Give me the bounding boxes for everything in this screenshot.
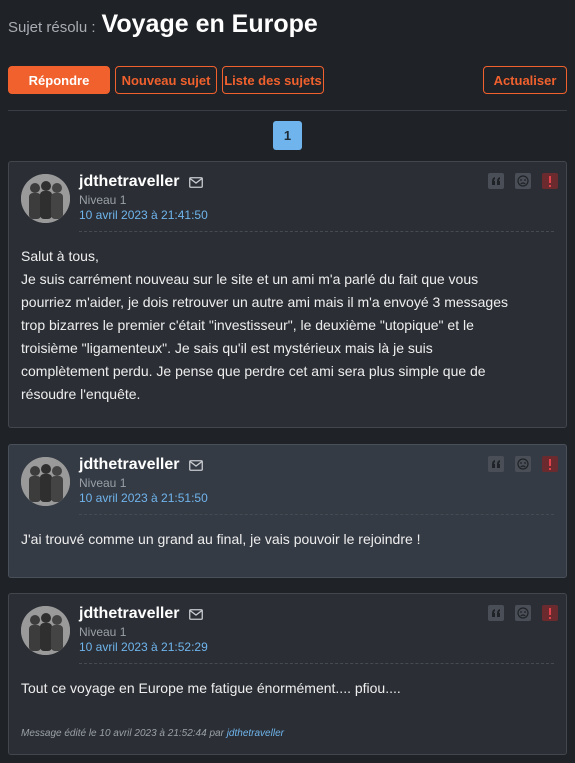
post-line: Je suis carrément nouveau sur le site et… <box>21 271 479 287</box>
post-line: Tout ce voyage en Europe me fatigue énor… <box>21 680 401 696</box>
author-name[interactable]: jdthetraveller <box>79 173 179 191</box>
sad-face-icon[interactable] <box>515 605 531 621</box>
envelope-icon[interactable] <box>189 176 204 188</box>
topic-status-prefix: Sujet résolu : <box>8 19 96 36</box>
author-row: jdthetraveller <box>79 173 204 191</box>
post-actions <box>488 605 558 621</box>
author-name[interactable]: jdthetraveller <box>79 456 179 474</box>
exclamation-icon[interactable] <box>542 605 558 621</box>
envelope-icon[interactable] <box>189 459 204 471</box>
post-body: J'ai trouvé comme un grand au final, je … <box>21 528 554 551</box>
sad-face-icon[interactable] <box>515 456 531 472</box>
forum-post: jdthetraveller Niveau 1 10 avril 2023 à … <box>8 161 567 428</box>
post-actions <box>488 173 558 189</box>
envelope-icon[interactable] <box>189 608 204 620</box>
sad-face-icon[interactable] <box>515 173 531 189</box>
post-line: trop bizarres le premier c'était "invest… <box>21 317 474 333</box>
post-actions <box>488 456 558 472</box>
pagination-current-page[interactable]: 1 <box>273 121 302 150</box>
post-body: Tout ce voyage en Europe me fatigue énor… <box>21 677 554 700</box>
forum-post: jdthetraveller Niveau 1 10 avril 2023 à … <box>8 444 567 578</box>
edit-note: Message édité le 10 avril 2023 à 21:52:4… <box>21 728 284 739</box>
post-line: pourriez m'aider, je dois retrouver un a… <box>21 294 509 310</box>
post-separator <box>79 231 554 232</box>
author-row: jdthetraveller <box>79 605 204 623</box>
post-line: Salut à tous, <box>21 248 99 264</box>
avatar[interactable] <box>21 606 70 655</box>
topic-title: Voyage en Europe <box>101 10 318 38</box>
post-line: résoudre l'enquête. <box>21 386 141 402</box>
post-separator <box>79 514 554 515</box>
author-level: Niveau 1 <box>79 476 127 490</box>
avatar[interactable] <box>21 174 70 223</box>
topic-toolbar: Répondre Nouveau sujet Liste des sujets … <box>8 66 567 94</box>
post-separator <box>79 663 554 664</box>
post-date[interactable]: 10 avril 2023 à 21:41:50 <box>79 208 208 222</box>
author-row: jdthetraveller <box>79 456 204 474</box>
post-line: troisième "ligamenteux". Je sais qu'il e… <box>21 340 433 356</box>
author-level: Niveau 1 <box>79 625 127 639</box>
post-date[interactable]: 10 avril 2023 à 21:51:50 <box>79 491 208 505</box>
post-line: complètement perdu. Je pense que perdre … <box>21 363 486 379</box>
quote-icon[interactable] <box>488 456 504 472</box>
exclamation-icon[interactable] <box>542 456 558 472</box>
author-level: Niveau 1 <box>79 193 127 207</box>
quote-icon[interactable] <box>488 605 504 621</box>
topic-header: Sujet résolu : Voyage en Europe <box>8 10 567 44</box>
topic-list-button[interactable]: Liste des sujets <box>222 66 324 94</box>
post-date[interactable]: 10 avril 2023 à 21:52:29 <box>79 640 208 654</box>
avatar[interactable] <box>21 457 70 506</box>
exclamation-icon[interactable] <box>542 173 558 189</box>
reply-button[interactable]: Répondre <box>8 66 110 94</box>
edit-note-text: Message édité le 10 avril 2023 à 21:52:4… <box>21 728 224 739</box>
quote-icon[interactable] <box>488 173 504 189</box>
post-body: Salut à tous, Je suis carrément nouveau … <box>21 245 554 406</box>
forum-post: jdthetraveller Niveau 1 10 avril 2023 à … <box>8 593 567 755</box>
edit-author-link[interactable]: jdthetraveller <box>227 728 284 739</box>
divider <box>8 110 567 111</box>
post-line: J'ai trouvé comme un grand au final, je … <box>21 531 421 547</box>
author-name[interactable]: jdthetraveller <box>79 605 179 623</box>
refresh-button[interactable]: Actualiser <box>483 66 567 94</box>
new-topic-button[interactable]: Nouveau sujet <box>115 66 217 94</box>
